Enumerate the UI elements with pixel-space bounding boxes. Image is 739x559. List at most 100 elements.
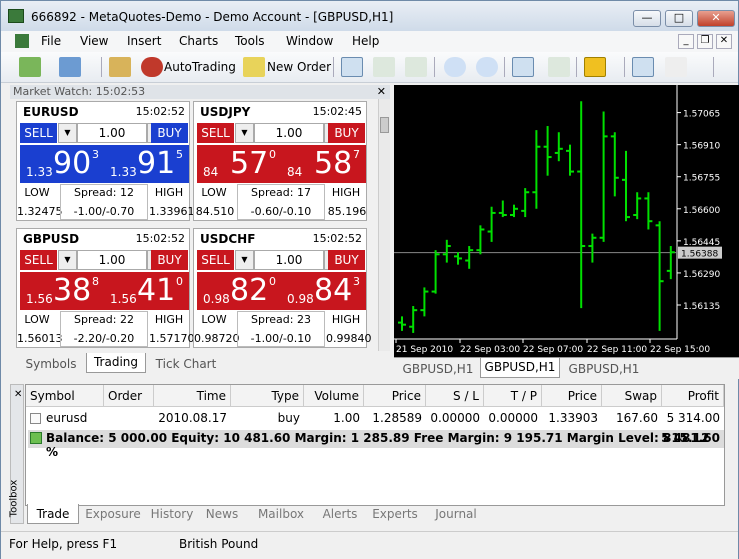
lot-input[interactable]: 1.00 [77,123,147,143]
menu-window[interactable]: Window [286,34,333,48]
low-value: 1.32475 [17,205,63,218]
maximize-button[interactable]: □ [665,10,693,27]
column-header[interactable]: Profit [662,385,724,407]
new-order-icon[interactable] [243,57,265,77]
chart-shift-icon[interactable] [548,57,570,77]
indicators-icon[interactable] [584,57,606,77]
current-price-label: 1.56388 [681,250,718,260]
lot-down-icon[interactable]: ▼ [235,123,254,143]
price-chart[interactable]: 1.57065 1.56910 1.56755 1.56600 1.56445 1.562… [394,85,739,357]
sell-price[interactable]: 0.98 82 0 [197,272,282,310]
lot-input[interactable]: 1.00 [254,250,324,270]
sell-price[interactable]: 84 57 0 [197,145,282,183]
buy-price[interactable]: 1.56 41 0 [104,272,189,310]
price-label: 1.57065 [683,110,720,120]
crosshair-icon[interactable] [665,57,687,77]
tab-symbols[interactable]: Symbols [16,355,86,375]
terminal-tab[interactable]: News [197,504,247,524]
table-cell: 1.00 [333,411,360,425]
menu-insert[interactable]: Insert [127,34,161,48]
sell-price-pip: 0 [269,148,276,161]
buy-button[interactable]: BUY [328,123,365,143]
column-header[interactable]: Symbol [26,385,104,407]
new-order-button[interactable]: New Order [267,56,331,78]
chart-canvas[interactable]: 1.57065 1.56910 1.56755 1.56600 1.56445 1.562… [394,85,739,357]
chart-tab-active[interactable]: GBPUSD,H1 [480,358,560,378]
profiles-icon[interactable] [59,57,81,77]
scrollbar-thumb[interactable] [380,117,389,133]
terminal-tab[interactable]: Alerts [315,504,365,524]
column-header[interactable]: T / P [484,385,542,407]
column-header[interactable]: Order [104,385,154,407]
terminal-tab[interactable]: History [147,504,197,524]
metaeditor-icon[interactable] [109,57,131,77]
column-header[interactable]: Volume [304,385,364,407]
lot-input[interactable]: 1.00 [254,123,324,143]
autotrading-icon[interactable] [141,57,163,77]
lot-down-icon[interactable]: ▼ [58,250,77,270]
symbol-card: USDJPY 15:02:45 SELL ▼ 1.00 ▲ BUY 84 57 … [193,101,367,221]
toolbox-side-tab[interactable]: ✕ Toolbox [8,384,24,524]
candlestick-icon[interactable] [373,57,395,77]
chart-tab[interactable]: GBPUSD,H1 [398,360,478,380]
toolbar-separator [504,57,505,77]
buy-button[interactable]: BUY [328,250,365,270]
close-icon[interactable]: ✕ [14,389,22,400]
sell-price[interactable]: 1.33 90 3 [20,145,105,183]
lot-input[interactable]: 1.00 [77,250,147,270]
sell-price-big: 57 [230,146,269,181]
cursor-icon[interactable] [632,57,654,77]
mdi-close-icon[interactable]: ✕ [716,34,732,49]
menu-tools[interactable]: Tools [235,34,265,48]
mdi-restore-icon[interactable]: ❐ [697,34,713,49]
new-chart-icon[interactable] [19,57,41,77]
close-button[interactable]: ✕ [697,10,735,27]
terminal-window: 666892 - MetaQuotes-Demo - Demo Account … [0,0,739,559]
buy-button[interactable]: BUY [151,250,188,270]
buy-price[interactable]: 1.33 91 5 [104,145,189,183]
lot-down-icon[interactable]: ▼ [58,123,77,143]
toolbar: AutoTrading New Order [1,52,738,83]
column-header[interactable]: S / L [426,385,484,407]
buy-price-big: 91 [137,146,176,181]
menu-help[interactable]: Help [352,34,379,48]
column-header[interactable]: Time [154,385,231,407]
terminal-tab[interactable]: Experts [365,504,425,524]
column-header[interactable]: Type [231,385,304,407]
tab-trading[interactable]: Trading [86,353,146,373]
sell-button[interactable]: SELL [197,123,234,143]
autoscroll-icon[interactable] [512,57,534,77]
chart-tab[interactable]: GBPUSD,H1 [564,360,644,380]
column-header[interactable]: Price [542,385,602,407]
sell-button[interactable]: SELL [197,250,234,270]
mdi-minimize-icon[interactable]: _ [678,34,694,49]
close-icon[interactable]: ✕ [377,85,386,98]
table-cell: 1.33903 [548,411,598,425]
bar-chart-icon[interactable] [341,57,363,77]
lot-down-icon[interactable]: ▼ [235,250,254,270]
menu-charts[interactable]: Charts [179,34,218,48]
low-label: LOW [24,186,50,199]
terminal-tab[interactable]: Journal [425,504,487,524]
sell-price[interactable]: 1.56 38 8 [20,272,105,310]
buy-price[interactable]: 0.98 84 3 [281,272,366,310]
line-chart-icon[interactable] [405,57,427,77]
column-header[interactable]: Swap [602,385,662,407]
child-window-icon[interactable] [15,34,29,48]
buy-button[interactable]: BUY [151,123,188,143]
zoom-out-icon[interactable] [476,57,498,77]
buy-price[interactable]: 84 58 7 [281,145,366,183]
terminal-tab[interactable]: Mailbox [247,504,315,524]
tab-tick-chart[interactable]: Tick Chart [146,355,226,375]
sell-button[interactable]: SELL [20,250,57,270]
terminal-tab[interactable]: Exposure [79,504,147,524]
minimize-button[interactable]: — [633,10,661,27]
market-watch-scrollbar[interactable] [378,99,390,351]
sell-button[interactable]: SELL [20,123,57,143]
zoom-in-icon[interactable] [444,57,466,77]
terminal-tab[interactable]: Trade [27,504,79,524]
column-header[interactable]: Price [364,385,426,407]
menu-file[interactable]: File [41,34,61,48]
autotrading-button[interactable]: AutoTrading [164,56,236,78]
menu-view[interactable]: View [80,34,108,48]
